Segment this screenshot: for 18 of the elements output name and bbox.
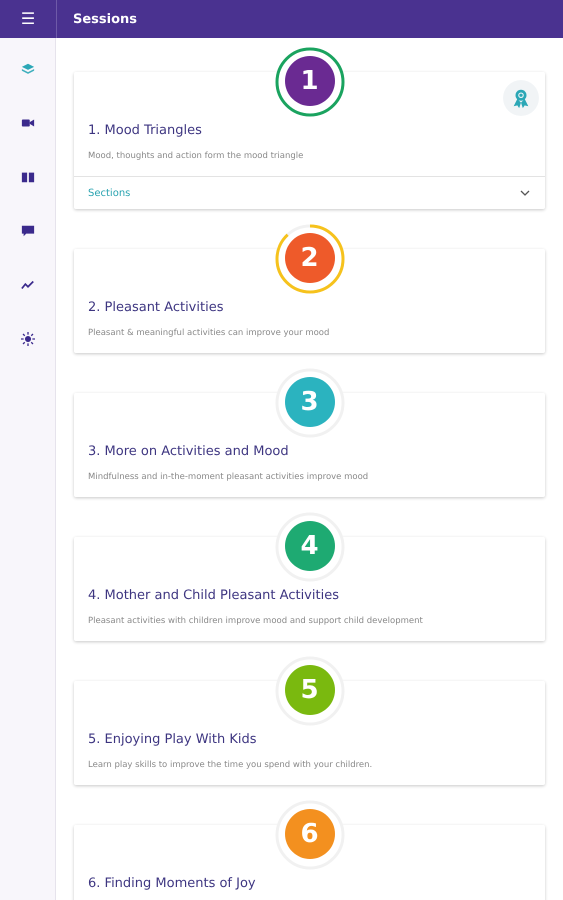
session-description: Learn play skills to improve the time you spend with your children. (88, 759, 374, 772)
session-description: Pleasant & meaningful activities can improve your mood (88, 327, 330, 340)
book-icon[interactable] (20, 170, 34, 184)
session-title: 1. Mood Triangles (88, 122, 203, 140)
sun-icon[interactable] (20, 332, 34, 346)
session-description: Mindfulness and in-the-moment pleasant activities improve mood (88, 471, 370, 484)
menu-icon[interactable]: ☰ (20, 11, 36, 27)
session-title: 2. Pleasant Activities (88, 299, 224, 317)
session-title: 4. Mother and Child Pleasant Activities (88, 587, 340, 605)
session-description: Pleasant activities with children improve mood and support child development (88, 615, 424, 628)
trend-line-icon[interactable] (20, 278, 34, 292)
session-description: Mood, thoughts and action form the mood triangle (88, 150, 304, 163)
page-title: Sessions (73, 12, 138, 26)
chat-bubble-icon[interactable] (20, 224, 34, 238)
session-title: 3. More on Activities and Mood (88, 443, 290, 461)
layers-icon[interactable] (20, 62, 34, 76)
session-title: 6. Finding Moments of Joy (88, 875, 257, 893)
session-title: 5. Enjoying Play With Kids (88, 731, 258, 749)
